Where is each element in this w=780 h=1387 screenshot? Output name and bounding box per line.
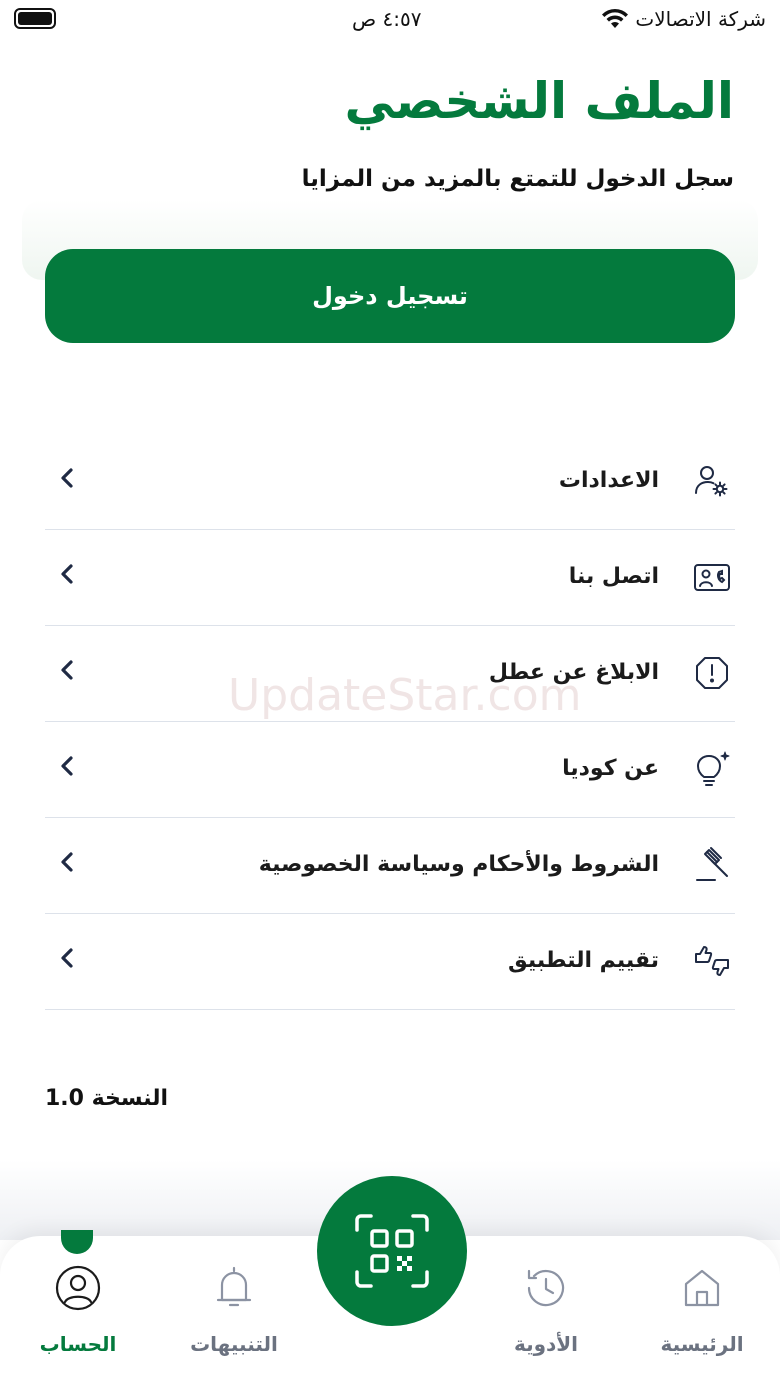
menu-item-label: اتصل بنا <box>568 564 659 589</box>
history-icon <box>522 1264 570 1312</box>
lightbulb-sparkle-icon <box>693 750 731 788</box>
tab-label: التنبيهات <box>190 1332 278 1356</box>
menu-item-label: تقييم التطبيق <box>508 948 659 973</box>
tab-notifications[interactable]: التنبيهات <box>164 1236 304 1387</box>
contact-card-icon <box>693 558 731 596</box>
user-circle-icon <box>54 1264 102 1312</box>
menu-item-label: الاعدادات <box>558 468 659 493</box>
gavel-icon <box>693 846 731 884</box>
page-subtitle: سجل الدخول للتمتع بالمزيد من المزايا <box>301 166 734 192</box>
tab-label: الرئيسية <box>660 1332 744 1356</box>
thumbs-rating-icon <box>693 942 731 980</box>
app-version: النسخة 1.0 <box>45 1086 169 1111</box>
home-icon <box>678 1264 726 1312</box>
chevron-left-icon <box>57 752 77 780</box>
chevron-left-icon <box>57 464 77 492</box>
chevron-left-icon <box>57 848 77 876</box>
menu-item-about[interactable]: عن كوديا <box>45 722 735 818</box>
chevron-left-icon <box>57 656 77 684</box>
carrier-name: شركة الاتصالات <box>635 7 766 31</box>
chevron-left-icon <box>57 944 77 972</box>
qr-scan-button[interactable] <box>317 1176 467 1326</box>
menu-item-settings[interactable]: الاعدادات <box>45 434 735 530</box>
login-button[interactable]: تسجيل دخول <box>45 249 735 343</box>
tab-medicines[interactable]: الأدوية <box>476 1236 616 1387</box>
menu-item-contact-us[interactable]: اتصل بنا <box>45 530 735 626</box>
menu-item-label: عن كوديا <box>562 756 659 781</box>
bell-icon <box>210 1264 258 1312</box>
qr-scan-icon <box>355 1214 429 1288</box>
tab-label: الأدوية <box>513 1332 579 1356</box>
tab-account[interactable]: الحساب <box>8 1230 148 1387</box>
menu-item-rate-app[interactable]: تقييم التطبيق <box>45 914 735 1010</box>
page-title: الملف الشخصي <box>344 72 734 130</box>
menu-item-label: الشروط والأحكام وسياسة الخصوصية <box>258 852 659 877</box>
alert-octagon-icon <box>693 654 731 692</box>
chevron-left-icon <box>57 560 77 588</box>
active-tab-indicator <box>61 1230 93 1254</box>
user-settings-icon <box>693 462 731 500</box>
wifi-icon <box>600 7 630 31</box>
profile-menu: الاعدادات اتصل بنا الابلاغ عن عطل عن كود… <box>45 434 735 1010</box>
status-time: ٤:٥٧ ص <box>352 7 422 31</box>
tab-home[interactable]: الرئيسية <box>632 1236 772 1387</box>
battery-icon <box>14 8 56 29</box>
watermark: UpdateStar.com <box>228 670 582 721</box>
menu-item-terms[interactable]: الشروط والأحكام وسياسة الخصوصية <box>45 818 735 914</box>
status-bar: شركة الاتصالات ٤:٥٧ ص <box>0 0 780 40</box>
tab-label: الحساب <box>39 1332 117 1356</box>
